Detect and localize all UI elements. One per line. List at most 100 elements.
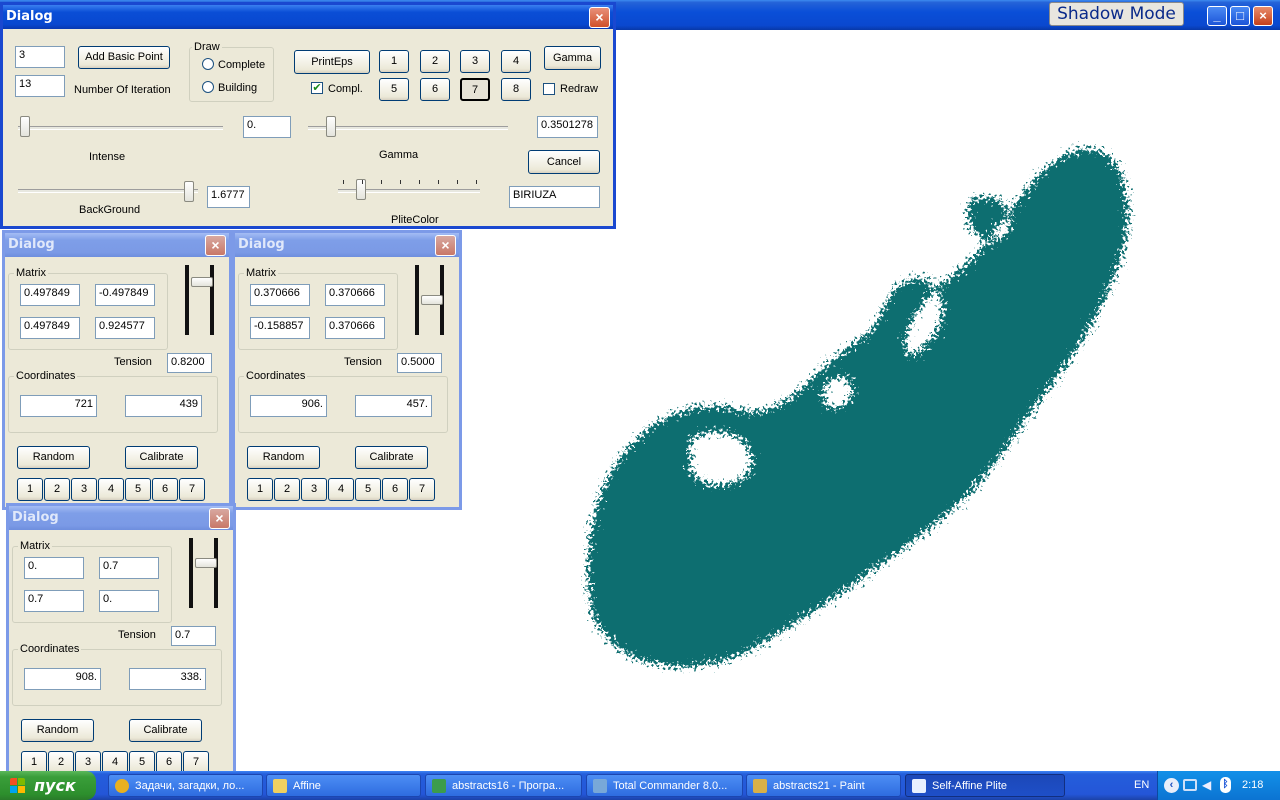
minimize-button[interactable]: _ [1207,6,1227,26]
slider-tick [362,180,363,184]
number-button-5[interactable]: 5 [379,78,409,101]
taskbar-item-2[interactable]: Affine [266,774,421,797]
coordinates-group-label: Coordinates [14,370,78,382]
matrix-m22-input[interactable]: 0.370666 [325,317,385,339]
close-button[interactable]: × [435,235,456,256]
coord-y-input[interactable]: 457. [355,395,432,417]
volume-icon[interactable]: ◀ [1202,779,1216,792]
app-close-button[interactable]: × [1253,6,1273,26]
number-button-4[interactable]: 4 [501,50,531,73]
random-button[interactable]: Random [247,446,320,469]
matrix-m22-input[interactable]: 0. [99,590,159,612]
matrix-m12-input[interactable]: 0.370666 [325,284,385,306]
gamma-slider-thumb[interactable] [326,116,336,137]
printeps-button[interactable]: PrintEps [294,50,370,74]
tension-slider-thumb[interactable] [191,277,213,287]
taskbar-item-5[interactable]: abstracts21 - Paint [746,774,901,797]
matrix-m11-input[interactable]: 0.497849 [20,284,80,306]
coord-x-input[interactable]: 906. [250,395,327,417]
tension-value-input[interactable]: 0.5000 [397,353,442,373]
fractal-canvas[interactable] [560,120,1160,700]
number-button-6[interactable]: 6 [420,78,450,101]
gamma-button[interactable]: Gamma [544,46,601,70]
point-button-1[interactable]: 1 [17,478,43,501]
language-indicator[interactable]: EN [1134,779,1149,791]
maximize-icon: □ [1236,8,1244,23]
building-radio[interactable] [202,81,214,93]
matrix-m21-input[interactable]: 0.7 [24,590,84,612]
point-button-7[interactable]: 7 [409,478,435,501]
matrix-m21-input[interactable]: 0.497849 [20,317,80,339]
number-button-1[interactable]: 1 [379,50,409,73]
tension-slider-thumb[interactable] [421,295,443,305]
point-button-3[interactable]: 3 [71,478,97,501]
matrix-dialog-3: Dialog × Matrix 0. 0.7 0.7 0. Tension 0.… [6,503,236,783]
matrix-m11-input[interactable]: 0. [24,557,84,579]
bluetooth-icon[interactable]: ᛒ [1220,777,1231,793]
close-button[interactable]: × [209,508,230,529]
point-button-4[interactable]: 4 [328,478,354,501]
compl-checkbox[interactable]: ✔ [311,82,323,94]
intense-slider-thumb[interactable] [20,116,30,137]
calibrate-button[interactable]: Calibrate [355,446,428,469]
point-button-5[interactable]: 5 [125,478,151,501]
point-button-4[interactable]: 4 [98,478,124,501]
number-button-3[interactable]: 3 [460,50,490,73]
plite-color-slider-thumb[interactable] [356,179,366,200]
taskbar-item-6[interactable]: Self-Affine Plite [905,774,1065,797]
taskbar-item-4[interactable]: Total Commander 8.0... [586,774,743,797]
start-button[interactable]: пуск [0,771,96,800]
calibrate-button[interactable]: Calibrate [125,446,198,469]
cancel-button[interactable]: Cancel [528,150,600,174]
coord-y-input[interactable]: 439 [125,395,202,417]
number-button-2[interactable]: 2 [420,50,450,73]
clock[interactable]: 2:18 [1242,779,1263,791]
calibrate-button[interactable]: Calibrate [129,719,202,742]
basic-point-input[interactable]: 3 [15,46,65,68]
number-button-7[interactable]: 7 [460,78,490,101]
redraw-checkbox[interactable] [543,83,555,95]
matrix-m22-input[interactable]: 0.924577 [95,317,155,339]
add-basic-point-button[interactable]: Add Basic Point [78,46,170,69]
shadow-mode-button[interactable]: Shadow Mode [1049,2,1184,26]
matrix-m12-input[interactable]: 0.7 [99,557,159,579]
point-button-1[interactable]: 1 [247,478,273,501]
close-button[interactable]: × [589,7,610,28]
tension-value-input[interactable]: 0.7 [171,626,216,646]
random-button[interactable]: Random [17,446,90,469]
number-button-8[interactable]: 8 [501,78,531,101]
taskbar-item-3[interactable]: abstracts16 - Програ... [425,774,582,797]
tension-slider-thumb[interactable] [195,558,217,568]
slider-tick [400,180,401,184]
point-button-2[interactable]: 2 [44,478,70,501]
point-button-3[interactable]: 3 [301,478,327,501]
coord-x-input[interactable]: 721 [20,395,97,417]
background-slider-thumb[interactable] [184,181,194,202]
plite-color-input[interactable]: BIRIUZA [509,186,600,208]
random-button[interactable]: Random [21,719,94,742]
network-icon[interactable] [1183,779,1197,791]
complete-radio[interactable] [202,58,214,70]
coord-x-input[interactable]: 908. [24,668,101,690]
back-arrow-icon[interactable]: ‹ [1164,778,1179,793]
point-button-5[interactable]: 5 [355,478,381,501]
point-button-6[interactable]: 6 [152,478,178,501]
background-value-input[interactable]: 1.6777 [207,186,250,208]
point-button-2[interactable]: 2 [274,478,300,501]
matrix-group-label: Matrix [244,267,278,279]
taskbar-item-1[interactable]: Задачи, загадки, ло... [108,774,263,797]
point-button-7[interactable]: 7 [179,478,205,501]
point-button-6[interactable]: 6 [382,478,408,501]
matrix-m11-input[interactable]: 0.370666 [250,284,310,306]
slider-tick [419,180,420,184]
gamma-value-input[interactable]: 0.3501278 [537,116,598,138]
close-button[interactable]: × [205,235,226,256]
coord-y-input[interactable]: 338. [129,668,206,690]
close-icon: × [595,9,604,25]
intense-value-input[interactable]: 0. [243,116,291,138]
matrix-m12-input[interactable]: -0.497849 [95,284,155,306]
iterations-input[interactable]: 13 [15,75,65,97]
tension-value-input[interactable]: 0.8200 [167,353,212,373]
maximize-button[interactable]: □ [1230,6,1250,26]
matrix-m21-input[interactable]: -0.158857 [250,317,310,339]
